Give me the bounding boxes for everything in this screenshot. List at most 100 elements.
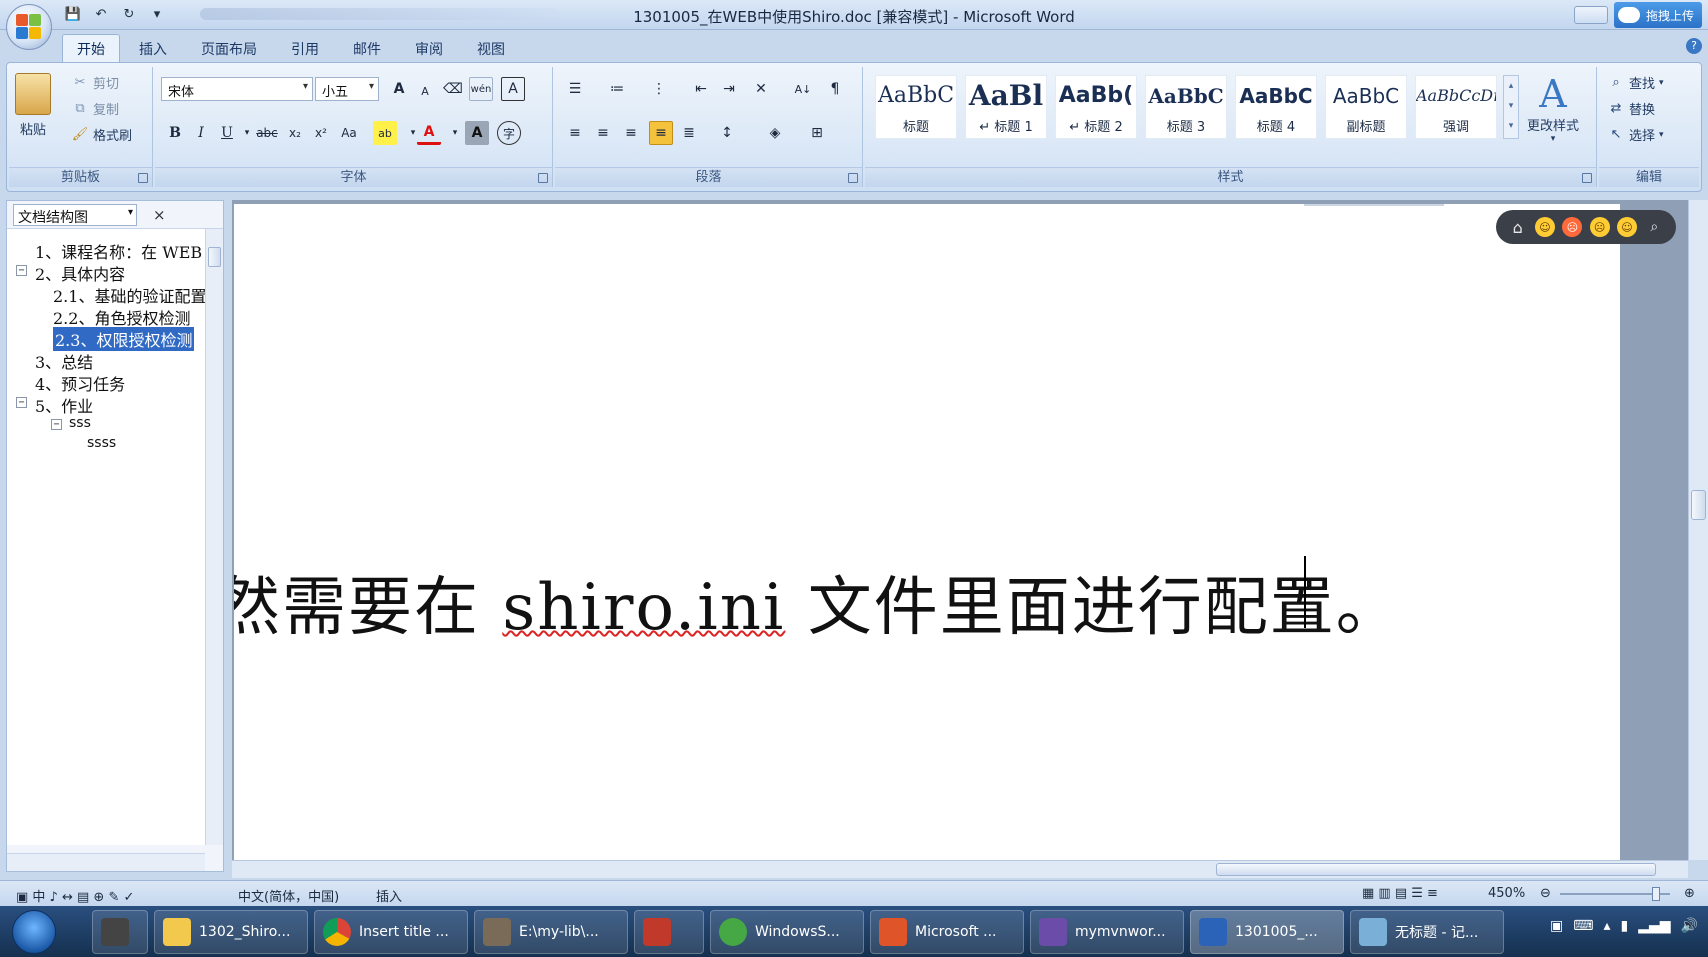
superscript-button[interactable]: x² bbox=[309, 121, 333, 145]
increase-indent-icon[interactable]: ⇥ bbox=[717, 77, 741, 101]
nav-item[interactable]: 1、课程名称：在 WEB bbox=[35, 239, 202, 263]
font-launcher-icon[interactable] bbox=[538, 173, 548, 183]
start-button[interactable] bbox=[12, 910, 56, 954]
scroll-thumb[interactable] bbox=[1216, 863, 1656, 876]
tab-view[interactable]: 视图 bbox=[462, 34, 520, 63]
taskbar-item-eclipse[interactable]: mymvnwor... bbox=[1030, 910, 1184, 954]
tab-mailings[interactable]: 邮件 bbox=[338, 34, 396, 63]
styles-gallery-scroll[interactable]: ▴ ▾ ▾ bbox=[1503, 75, 1519, 139]
style-heading-3[interactable]: AaBbC 标题 3 bbox=[1145, 75, 1227, 139]
subscript-button[interactable]: x₂ bbox=[283, 121, 307, 145]
language-status[interactable]: 中文(简体，中国) bbox=[238, 886, 339, 905]
numbering-icon[interactable]: ≔ bbox=[605, 77, 629, 101]
zoom-out-icon[interactable]: ⊖ bbox=[1540, 886, 1551, 901]
highlight-icon[interactable]: ab bbox=[373, 121, 397, 145]
styles-launcher-icon[interactable] bbox=[1582, 173, 1592, 183]
enclose-chars-button[interactable]: 字 bbox=[497, 121, 521, 145]
clipboard-launcher-icon[interactable] bbox=[138, 173, 148, 183]
nav-item[interactable]: 4、预习任务 bbox=[35, 371, 125, 395]
tongue-emoji-icon[interactable]: ☺ bbox=[1616, 217, 1637, 237]
char-border-button[interactable]: A bbox=[501, 77, 525, 101]
tab-home[interactable]: 开始 bbox=[62, 34, 120, 63]
nav-item[interactable]: 2、具体内容 bbox=[35, 261, 125, 285]
taskbar-item-pinned[interactable] bbox=[92, 910, 148, 954]
collapse-toggle-icon[interactable]: − bbox=[51, 419, 62, 430]
tab-references[interactable]: 引用 bbox=[276, 34, 334, 63]
style-heading-4[interactable]: AaBbC 标题 4 bbox=[1235, 75, 1317, 139]
show-hidden-icons-icon[interactable]: ▴ bbox=[1604, 918, 1611, 934]
format-painter-button[interactable]: 🖌 格式刷 bbox=[71, 125, 132, 144]
volume-icon[interactable]: 🔊 bbox=[1681, 918, 1698, 934]
sad-emoji-icon[interactable]: ☹ bbox=[1589, 217, 1610, 237]
insert-mode-status[interactable]: 插入 bbox=[376, 886, 402, 905]
font-color-dropdown-icon[interactable]: ▾ bbox=[443, 121, 467, 145]
bold-button[interactable]: B bbox=[163, 121, 187, 145]
char-shading-button[interactable]: A bbox=[465, 121, 489, 145]
zoom-slider-thumb[interactable] bbox=[1652, 887, 1660, 901]
office-button[interactable] bbox=[6, 4, 52, 50]
select-button[interactable]: ↖ 选择 ▾ bbox=[1607, 125, 1664, 144]
tray-app-icon[interactable]: ▣ bbox=[1550, 918, 1563, 934]
taskbar-item-chrome[interactable]: Insert title ... bbox=[314, 910, 468, 954]
change-case-button[interactable]: Aa bbox=[337, 121, 361, 145]
change-styles-button[interactable]: A 更改样式 ▾ bbox=[1527, 73, 1579, 144]
decrease-indent-icon[interactable]: ⇤ bbox=[689, 77, 713, 101]
misspelled-word[interactable]: shiro.ini bbox=[502, 571, 785, 645]
scroll-thumb[interactable] bbox=[208, 247, 221, 267]
nav-item[interactable]: sss bbox=[69, 415, 91, 431]
collapse-toggle-icon[interactable]: − bbox=[16, 265, 27, 276]
distributed-icon[interactable]: ≣ bbox=[677, 121, 701, 145]
taskbar-item-sublime[interactable]: E:\my-lib\... bbox=[474, 910, 628, 954]
status-toolbar-icons[interactable]: ▣ 中 ♪ ↔ ▤ ⊕ ✎ ✓ bbox=[16, 886, 134, 905]
strikethrough-button[interactable]: abc bbox=[255, 121, 279, 145]
multilevel-list-icon[interactable]: ⋮ bbox=[647, 77, 671, 101]
show-marks-icon[interactable]: ¶ bbox=[823, 77, 847, 101]
font-color-icon[interactable]: A bbox=[417, 121, 441, 145]
clear-format-icon[interactable]: ⌫ bbox=[441, 77, 465, 101]
network-icon[interactable]: ▮ bbox=[1621, 918, 1629, 934]
taskbar-item-windows[interactable]: WindowsS... bbox=[710, 910, 864, 954]
taskbar-item-notepad[interactable]: 无标题 - 记... bbox=[1350, 910, 1504, 954]
nav-horizontal-scrollbar[interactable] bbox=[7, 853, 205, 871]
nav-vertical-scrollbar[interactable] bbox=[205, 229, 223, 845]
smile-emoji-icon[interactable]: ☺ bbox=[1534, 217, 1555, 237]
style-heading-2[interactable]: AaBb( ↵ 标题 2 bbox=[1055, 75, 1137, 139]
document-text-line[interactable]: 然需要在 shiro.ini 文件里面进行配置。 bbox=[234, 556, 1402, 648]
borders-icon[interactable]: ⊞ bbox=[805, 121, 829, 145]
collapse-toggle-icon[interactable]: − bbox=[16, 397, 27, 408]
bullets-icon[interactable]: ☰ bbox=[563, 77, 587, 101]
document-horizontal-scrollbar[interactable] bbox=[232, 860, 1688, 878]
nav-item[interactable]: ssss bbox=[87, 435, 116, 451]
nav-item[interactable]: 3、总结 bbox=[35, 349, 93, 373]
document-vertical-scrollbar[interactable] bbox=[1688, 200, 1708, 860]
phonetic-guide-button[interactable]: wén bbox=[469, 77, 493, 101]
style-subtitle[interactable]: AaBbC 副标题 bbox=[1325, 75, 1407, 139]
taskbar-item-folder[interactable]: 1302_Shiro... bbox=[154, 910, 308, 954]
cloud-upload-button[interactable]: 拖拽上传 bbox=[1613, 2, 1702, 28]
align-center-icon[interactable]: ≡ bbox=[591, 121, 615, 145]
zoom-in-icon[interactable]: ⊕ bbox=[1684, 886, 1695, 901]
find-button[interactable]: ⌕ 查找 ▾ bbox=[1607, 73, 1663, 92]
style-heading-1[interactable]: AaBl ↵ 标题 1 bbox=[965, 75, 1047, 139]
close-icon[interactable]: × bbox=[153, 206, 166, 224]
tab-page-layout[interactable]: 页面布局 bbox=[186, 34, 272, 63]
nav-item[interactable]: 2.2、角色授权检测 bbox=[53, 305, 190, 329]
replace-button[interactable]: ⇄ 替换 bbox=[1607, 99, 1655, 118]
align-right-icon[interactable]: ≡ bbox=[619, 121, 643, 145]
tray-keyboard-icon[interactable]: ⌨ bbox=[1573, 918, 1593, 934]
angry-emoji-icon[interactable]: ☹ bbox=[1562, 217, 1583, 237]
align-left-icon[interactable]: ≡ bbox=[563, 121, 587, 145]
minimize-button[interactable] bbox=[1573, 6, 1608, 24]
view-buttons[interactable]: ▦ ▥ ▤ ☰ ≡ bbox=[1362, 886, 1438, 901]
home-icon[interactable]: ⌂ bbox=[1508, 217, 1528, 237]
taskbar-item-powerpoint[interactable]: Microsoft ... bbox=[870, 910, 1024, 954]
taskbar-item-book[interactable] bbox=[634, 910, 704, 954]
nav-item[interactable]: 5、作业 bbox=[35, 393, 93, 417]
help-icon[interactable]: ? bbox=[1686, 38, 1702, 54]
justify-icon[interactable]: ≡ bbox=[649, 121, 673, 145]
italic-button[interactable]: I bbox=[189, 121, 213, 145]
nav-item[interactable]: 2.1、基础的验证配置 bbox=[53, 283, 205, 307]
search-icon[interactable]: ⌕ bbox=[1644, 217, 1664, 237]
shrink-font-button[interactable]: A bbox=[413, 79, 437, 103]
nav-item-selected[interactable]: 2.3、权限授权检测 bbox=[53, 327, 195, 351]
